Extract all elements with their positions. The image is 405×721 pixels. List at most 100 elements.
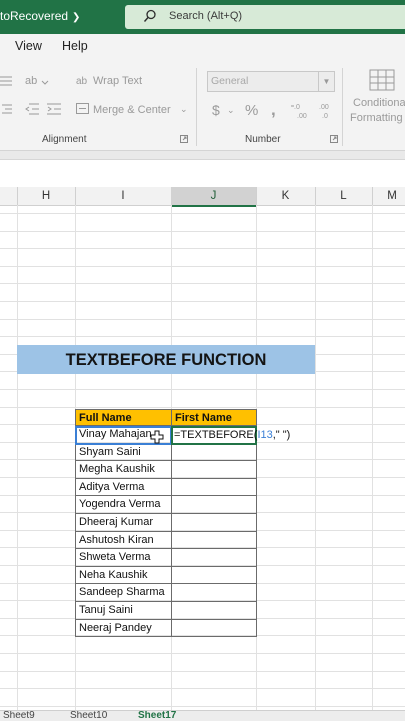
increase-decimal-icon[interactable]: .0 .00 — [291, 101, 311, 119]
title-banner[interactable]: TEXTBEFORE FUNCTION — [17, 345, 315, 374]
file-name: toRecovered — [0, 9, 69, 23]
decrease-decimal-icon[interactable]: .00 .0 — [316, 101, 336, 119]
svg-text:ab: ab — [76, 76, 88, 87]
full-name-cell[interactable]: Neeraj Pandey — [75, 619, 172, 638]
first-name-cell[interactable] — [171, 496, 257, 514]
merge-center-icon — [76, 103, 89, 114]
menu-bar: View Help — [0, 34, 405, 60]
formula-bar-edge — [0, 151, 405, 160]
search-placeholder: Search (Alt+Q) — [169, 10, 243, 22]
file-name-dropdown[interactable]: toRecovered ❯ — [0, 9, 80, 23]
wrap-text-icon: ab — [76, 76, 88, 87]
column-header-l[interactable]: L — [315, 187, 373, 205]
first-name-cell[interactable] — [171, 461, 257, 479]
full-name-cell[interactable]: Aditya Verma — [75, 478, 172, 497]
first-name-cell[interactable] — [171, 531, 257, 550]
conditional-formatting-icon — [369, 69, 395, 91]
title-bar: toRecovered ❯ Search (Alt+Q) — [0, 0, 405, 34]
full-name-cell[interactable]: Megha Kaushik — [75, 461, 172, 479]
svg-text:ab: ab — [25, 75, 37, 87]
number-format-select[interactable]: General ▼ — [207, 71, 335, 92]
grid-line — [0, 319, 405, 320]
chevron-down-icon: ❯ — [72, 12, 81, 23]
column-headers: H I J K L M — [0, 187, 405, 207]
sheet-tabs-bar: Sheet9 Sheet10 Sheet17 — [0, 710, 405, 721]
formula-cell-ref: I13 — [257, 429, 273, 441]
formula-prefix: =TEXTBEFORE( — [174, 429, 258, 441]
header-first-name[interactable]: First Name — [171, 409, 257, 426]
grid-line — [0, 407, 405, 408]
svg-text:.0: .0 — [322, 113, 328, 119]
full-name-cell[interactable]: Neha Kaushik — [75, 566, 172, 585]
first-name-cell[interactable] — [171, 443, 257, 462]
grid-line — [0, 688, 405, 689]
merge-center-button[interactable]: Merge & Center — [93, 104, 171, 116]
merge-dropdown-icon[interactable]: ⌄ — [180, 104, 188, 115]
grid-line — [0, 248, 405, 249]
first-name-cell[interactable] — [171, 602, 257, 620]
banner-title: TEXTBEFORE FUNCTION — [65, 351, 267, 369]
full-name-cell[interactable]: Ashutosh Kiran — [75, 531, 172, 550]
formula-suffix: ," ") — [272, 429, 291, 441]
first-name-cell[interactable] — [171, 514, 257, 532]
number-format-value: General — [211, 75, 249, 87]
grid-line — [0, 301, 405, 302]
svg-text:.00: .00 — [297, 113, 307, 119]
grid-line — [0, 389, 405, 390]
first-name-cell[interactable] — [171, 584, 257, 602]
grid-line — [0, 336, 405, 337]
grid-line — [0, 671, 405, 672]
currency-button[interactable]: $ — [212, 102, 220, 118]
column-header-g[interactable] — [0, 187, 18, 205]
align-right-icon[interactable] — [0, 102, 14, 116]
ribbon-divider — [342, 68, 343, 146]
search-icon — [143, 9, 156, 22]
column-header-m[interactable]: M — [372, 187, 405, 205]
full-name-cell[interactable]: Dheeraj Kumar — [75, 514, 172, 532]
decrease-indent-icon[interactable] — [24, 102, 40, 116]
chevron-down-icon: ▼ — [318, 72, 334, 91]
search-box[interactable]: Search (Alt+Q) — [125, 5, 405, 29]
conditional-label-line2: Formatting — [350, 112, 403, 124]
grid-line — [0, 283, 405, 284]
grid-line — [0, 266, 405, 267]
first-name-cell[interactable] — [171, 549, 257, 567]
first-name-cell[interactable] — [171, 619, 257, 638]
full-name-cell[interactable]: Tanuj Saini — [75, 602, 172, 620]
ribbon-divider — [196, 68, 197, 146]
percent-button[interactable]: % — [245, 102, 258, 119]
full-name-cell[interactable]: Yogendra Verma — [75, 496, 172, 514]
alignment-group-label: Alignment — [42, 134, 87, 145]
svg-text:.0: .0 — [294, 104, 300, 111]
column-header-i[interactable]: I — [75, 187, 172, 205]
align-lines-icon[interactable] — [0, 74, 14, 88]
currency-dropdown-icon[interactable]: ⌄ — [227, 105, 235, 116]
header-full-name[interactable]: Full Name — [75, 409, 172, 426]
column-header-j[interactable]: J — [171, 187, 257, 207]
full-name-cell[interactable]: Shweta Verma — [75, 549, 172, 567]
active-cell-j13[interactable]: =TEXTBEFORE(I13," ") — [171, 426, 290, 445]
grid-line — [0, 231, 405, 232]
full-name-cell[interactable]: Shyam Saini — [75, 443, 172, 462]
ribbon: ab ab Wrap Text Merge & Center ⌄ Alignme… — [0, 60, 405, 151]
grid-line — [0, 213, 405, 214]
wrap-text-button[interactable]: Wrap Text — [93, 75, 142, 87]
number-launcher-icon[interactable] — [330, 135, 338, 143]
menu-view[interactable]: View — [15, 39, 42, 53]
column-header-h[interactable]: H — [17, 187, 76, 205]
comma-button[interactable]: , — [271, 100, 276, 120]
orientation-icon[interactable]: ab — [24, 72, 50, 88]
column-header-k[interactable]: K — [256, 187, 316, 205]
first-name-cell[interactable] — [171, 478, 257, 497]
first-name-cell[interactable] — [171, 566, 257, 585]
grid-line — [0, 653, 405, 654]
number-group-label: Number — [245, 134, 281, 145]
full-name-cell[interactable]: Sandeep Sharma — [75, 584, 172, 602]
menu-help[interactable]: Help — [62, 39, 88, 53]
grid-line — [0, 706, 405, 707]
increase-indent-icon[interactable] — [46, 102, 62, 116]
cell-select-cursor-icon — [150, 430, 164, 444]
svg-text:.00: .00 — [319, 104, 329, 111]
conditional-label-line1: Conditional — [353, 97, 405, 109]
alignment-launcher-icon[interactable] — [180, 135, 188, 143]
